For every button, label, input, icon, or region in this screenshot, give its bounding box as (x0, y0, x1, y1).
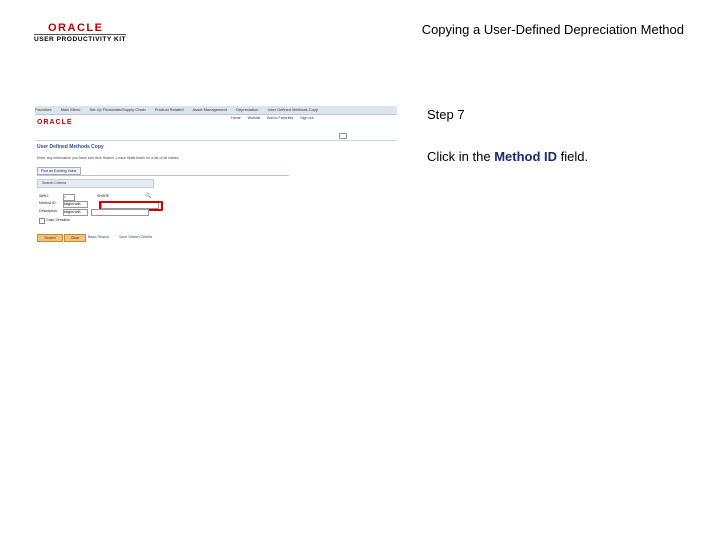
link-add-favorites[interactable]: Add to Favorites (267, 116, 293, 120)
nav-asset[interactable]: Asset Management (192, 107, 226, 112)
oracle-upk-logo: ORACLE USER PRODUCTIVITY KIT (34, 22, 126, 48)
document-title: Copying a User-Defined Depreciation Meth… (421, 22, 684, 37)
new-window-button[interactable] (339, 133, 347, 139)
link-worklist[interactable]: Worklist (248, 116, 261, 120)
case-sensitive-checkbox[interactable] (39, 218, 45, 224)
setid-operator-select[interactable]: = (63, 194, 75, 201)
field-label-method-id: Method ID: (39, 201, 57, 205)
description-operator-select[interactable]: begins with (63, 209, 88, 216)
nav-udm-copy[interactable]: User Defined Methods Copy (268, 107, 318, 112)
logo-subtitle: USER PRODUCTIVITY KIT (34, 36, 127, 43)
logo-divider (34, 34, 126, 35)
description-input[interactable] (91, 209, 149, 216)
field-label-description: Description: (39, 209, 58, 213)
step-instruction: Click in the Method ID field. (427, 149, 588, 164)
clear-button[interactable]: Clear (64, 234, 86, 242)
basic-search-link[interactable]: Basic Search (88, 235, 109, 239)
tab-underline (37, 175, 289, 176)
search-criteria-header[interactable]: Search Criteria (37, 179, 154, 188)
link-sign-out[interactable]: Sign out (300, 116, 313, 120)
nav-depr[interactable]: Depreciation (236, 107, 258, 112)
setid-value[interactable]: SHARE (97, 194, 109, 198)
method-id-operator-select[interactable]: begins with (63, 201, 88, 208)
step-number: Step 7 (427, 107, 465, 122)
instruction-field-name: Method ID (494, 149, 558, 164)
screenshot-oracle-logo: ORACLE (37, 119, 73, 126)
nav-favorites[interactable]: Favorites (35, 107, 51, 112)
instruction-prefix: Click in the (427, 149, 495, 164)
screenshot-instructions: Enter any information you have and click… (37, 156, 180, 160)
screenshot-top-nav: Favorites Main Menu Set Up Financials/Su… (35, 106, 397, 115)
screenshot-window-tools (337, 133, 347, 139)
nav-product[interactable]: Product Related (155, 107, 184, 112)
field-label-setid: SetID: (39, 194, 49, 198)
nav-main-menu[interactable]: Main Menu (61, 107, 81, 112)
screenshot-global-links: Home Worklist Add to Favorites Sign out (231, 116, 319, 120)
case-sensitive-label: Case Sensitive (46, 218, 70, 222)
link-home[interactable]: Home (231, 116, 241, 120)
instruction-suffix: field. (557, 149, 589, 164)
screenshot-page-title: User Defined Methods Copy (37, 144, 104, 150)
lookup-icon[interactable]: 🔍 (145, 193, 151, 199)
nav-setup[interactable]: Set Up Financials/Supply Chain (90, 107, 146, 112)
search-button[interactable]: Search (37, 234, 63, 242)
logo-oracle-text: ORACLE (48, 22, 104, 34)
save-search-criteria-link[interactable]: Save Search Criteria (119, 235, 152, 239)
search-criteria-label: Search Criteria (42, 181, 66, 185)
step-screenshot: Favorites Main Menu Set Up Financials/Su… (35, 106, 397, 256)
tab-find-existing[interactable]: Find an Existing Value (37, 167, 81, 175)
screenshot-header-divider (35, 140, 397, 141)
